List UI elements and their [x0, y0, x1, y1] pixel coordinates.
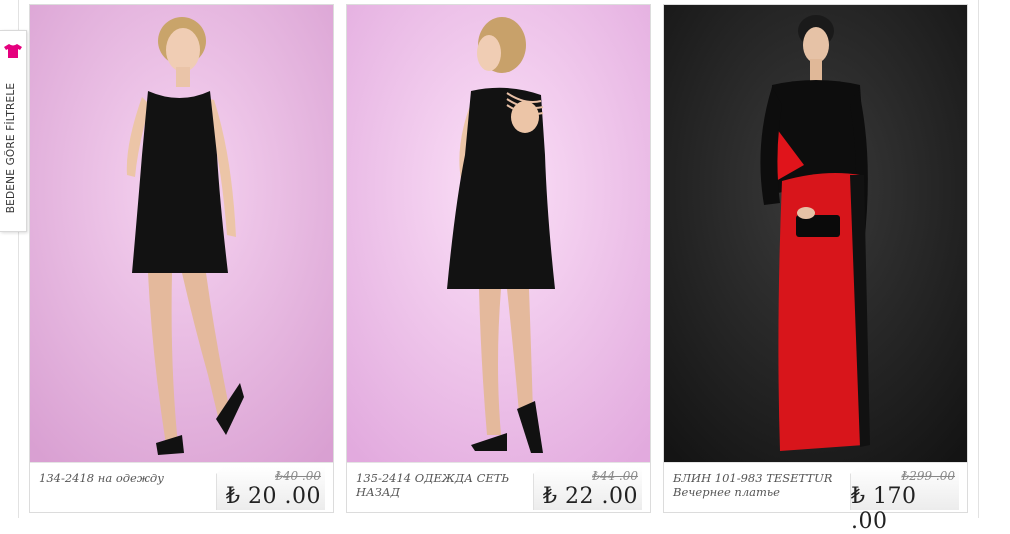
product-card[interactable]: 135-2414 ОДЕЖДА СЕТЬ НАЗАД ₺44 .00 ₺ 22 … — [346, 4, 651, 513]
current-price: ₺ 20 .00 — [226, 484, 321, 509]
product-info: БЛИН 101-983 TESETTUR Вечернее платье ₺2… — [664, 462, 967, 534]
current-price: ₺ 170 .00 — [851, 484, 917, 534]
product-info: 135-2414 ОДЕЖДА СЕТЬ НАЗАД ₺44 .00 ₺ 22 … — [347, 462, 650, 513]
product-card[interactable]: БЛИН 101-983 TESETTUR Вечернее платье ₺2… — [663, 4, 968, 534]
old-price: ₺299 .00 — [901, 469, 955, 483]
product-image[interactable] — [30, 5, 333, 462]
size-filter-label: BEDENE GÖRE FİLTRELE — [5, 82, 17, 214]
old-price: ₺40 .00 — [275, 469, 321, 483]
product-image[interactable] — [664, 5, 967, 462]
page-border-right — [978, 0, 979, 518]
product-card[interactable]: 134-2418 на одежду ₺40 .00 ₺ 20 .00 — [29, 4, 334, 513]
product-image[interactable] — [347, 5, 650, 462]
product-info: 134-2418 на одежду ₺40 .00 ₺ 20 .00 — [30, 462, 333, 513]
price-box: ₺40 .00 ₺ 20 .00 — [216, 466, 325, 510]
old-price: ₺44 .00 — [592, 469, 638, 483]
product-name[interactable]: 135-2414 ОДЕЖДА СЕТЬ НАЗАД — [356, 471, 531, 499]
size-filter-tab[interactable]: BEDENE GÖRE FİLTRELE — [0, 30, 27, 232]
price-box: ₺299 .00 ₺ 170 .00 — [850, 466, 959, 534]
product-name[interactable]: 134-2418 на одежду — [39, 471, 214, 485]
shirt-icon — [4, 44, 22, 58]
current-price: ₺ 22 .00 — [543, 484, 638, 509]
price-box: ₺44 .00 ₺ 22 .00 — [533, 466, 642, 510]
product-name[interactable]: БЛИН 101-983 TESETTUR Вечернее платье — [673, 471, 848, 499]
